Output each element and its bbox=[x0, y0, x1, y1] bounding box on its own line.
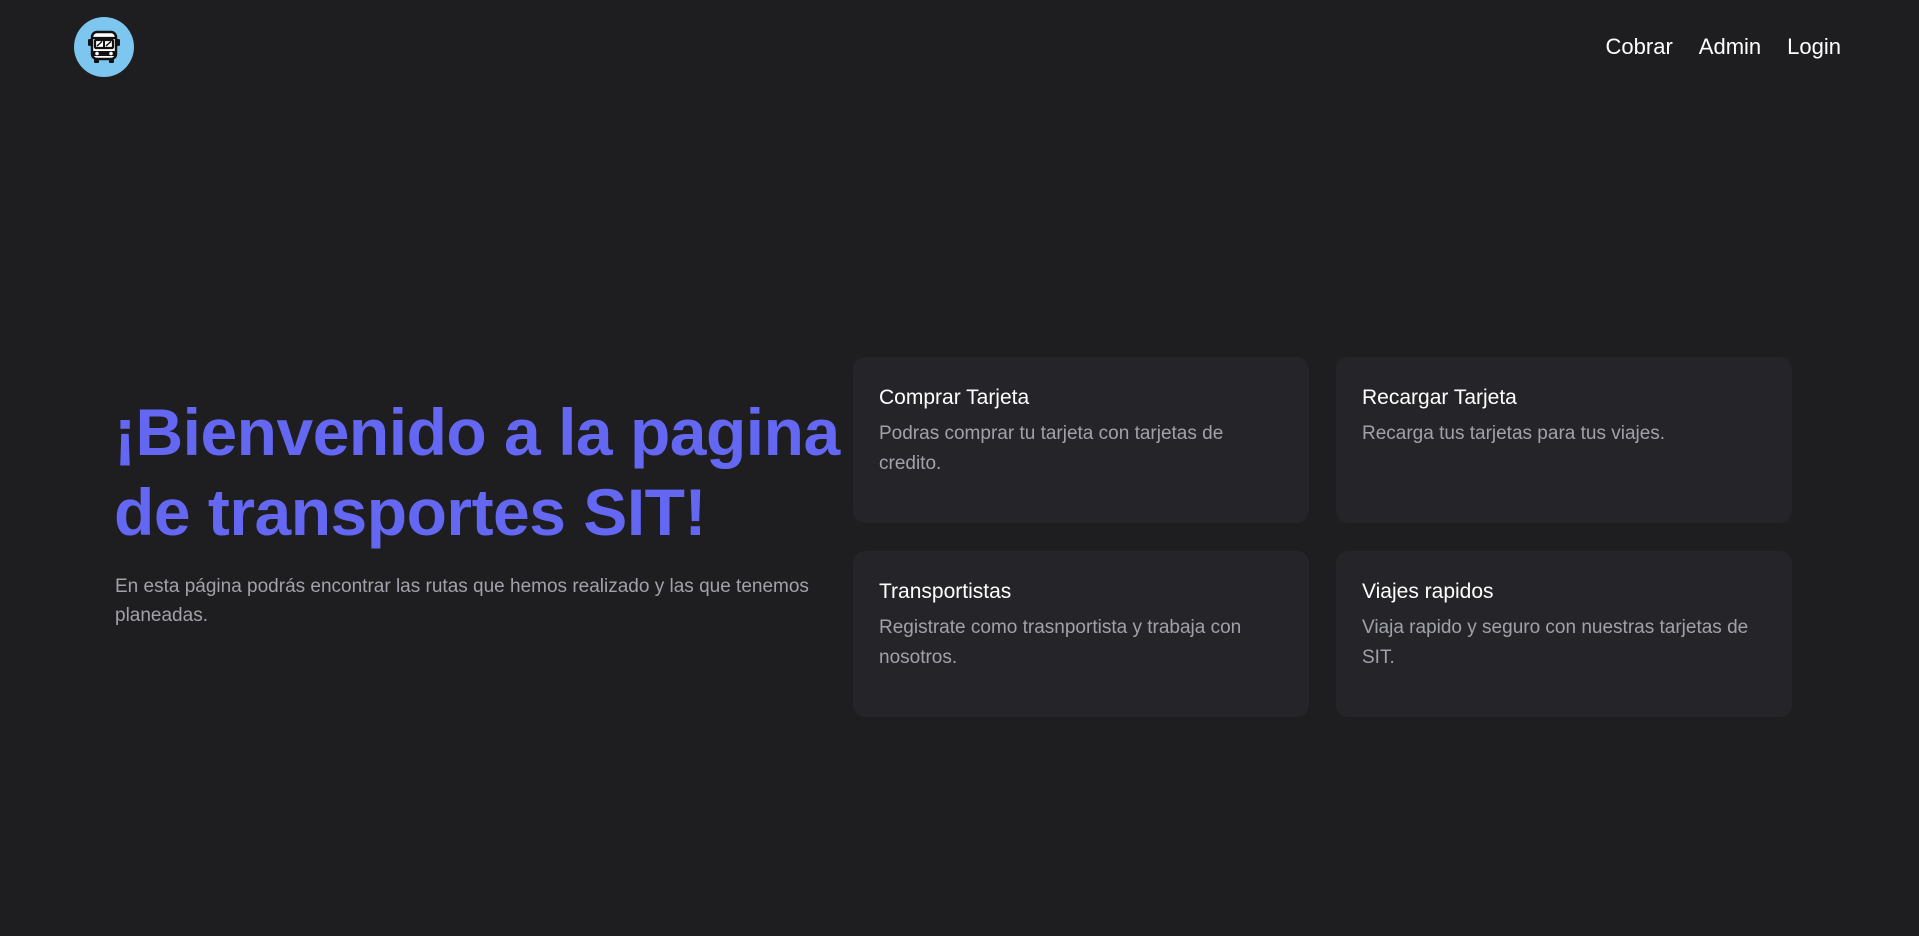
card-comprar-tarjeta[interactable]: Comprar Tarjeta Podras comprar tu tarjet… bbox=[853, 357, 1309, 523]
bus-icon bbox=[88, 30, 120, 63]
hero-title: ¡Bienvenido a la pagina de transportes S… bbox=[114, 395, 840, 549]
card-title: Recargar Tarjeta bbox=[1362, 386, 1517, 409]
site-header: Cobrar Admin Login bbox=[0, 0, 1919, 95]
logo[interactable] bbox=[74, 17, 134, 77]
card-viajes-rapidos[interactable]: Viajes rapidos Viaja rapido y seguro con… bbox=[1336, 551, 1792, 717]
hero-description: En esta página podrás encontrar las ruta… bbox=[115, 576, 809, 626]
card-title: Transportistas bbox=[879, 580, 1012, 603]
card-title: Viajes rapidos bbox=[1362, 580, 1494, 603]
card-transportistas[interactable]: Transportistas Registrate como trasnport… bbox=[853, 551, 1309, 717]
main-nav: Cobrar Admin Login bbox=[1606, 30, 1841, 64]
card-title: Comprar Tarjeta bbox=[879, 386, 1030, 409]
card-description: Registrate como trasnportista y trabaja … bbox=[879, 617, 1242, 668]
nav-link-login[interactable]: Login bbox=[1787, 30, 1841, 64]
card-description: Viaja rapido y seguro con nuestras tarje… bbox=[1362, 617, 1749, 668]
card-recargar-tarjeta[interactable]: Recargar Tarjeta Recarga tus tarjetas pa… bbox=[1336, 357, 1792, 523]
nav-link-cobrar[interactable]: Cobrar bbox=[1606, 30, 1673, 64]
card-description: Podras comprar tu tarjeta con tarjetas d… bbox=[879, 423, 1224, 474]
card-description: Recarga tus tarjetas para tus viajes. bbox=[1362, 423, 1666, 444]
nav-link-admin[interactable]: Admin bbox=[1699, 30, 1761, 64]
